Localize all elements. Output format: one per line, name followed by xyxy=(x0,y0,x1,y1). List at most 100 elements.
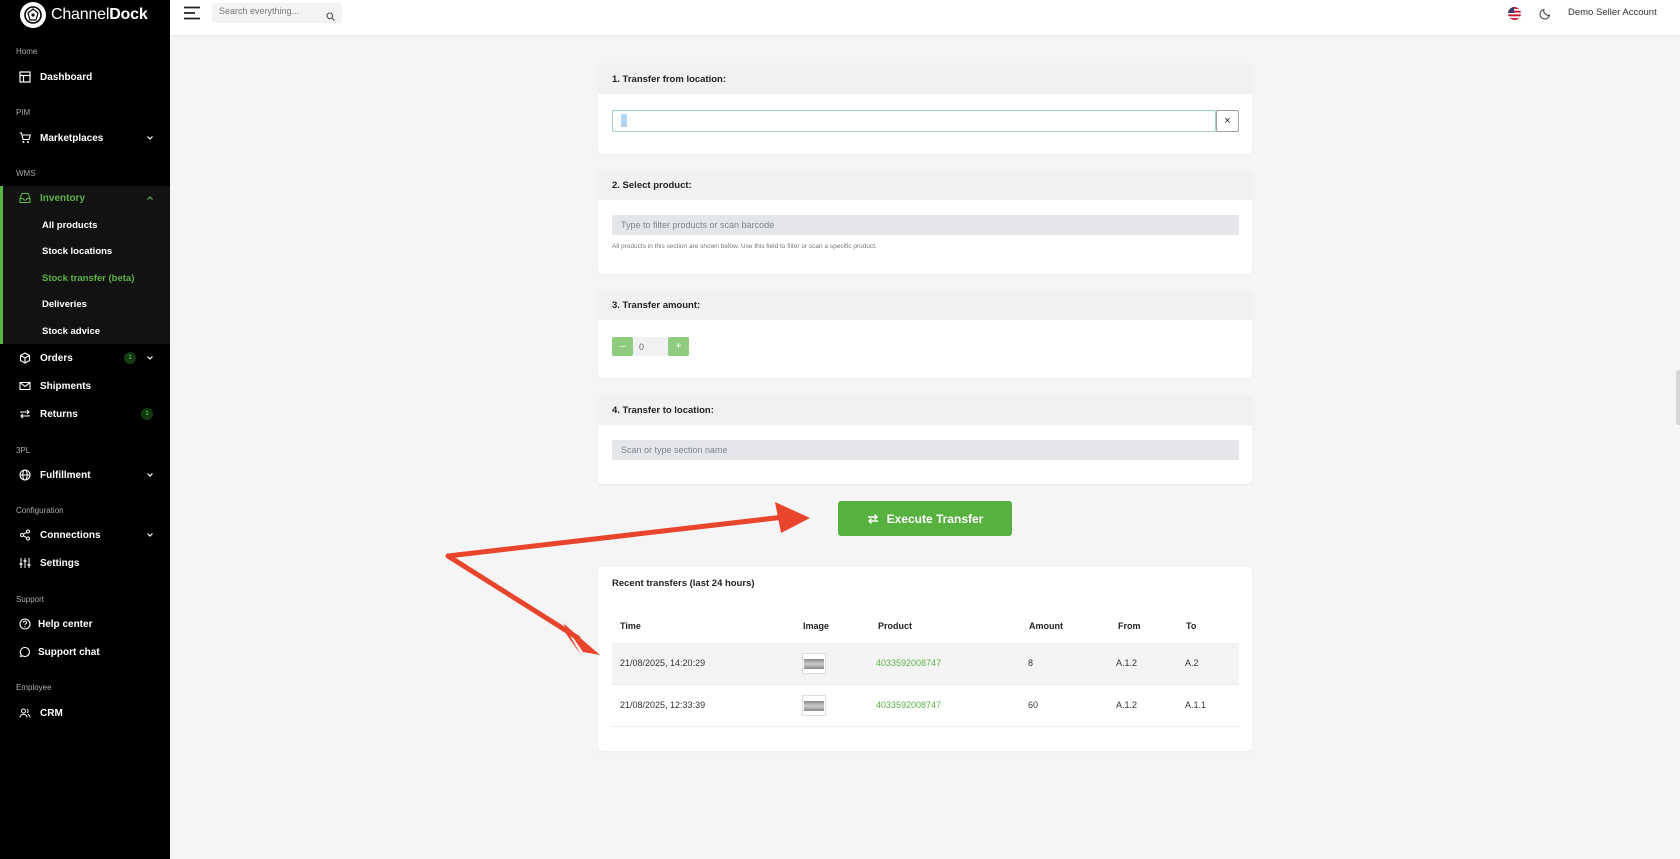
col-time: Time xyxy=(620,621,641,631)
sidebar-item-label: Settings xyxy=(40,557,80,569)
us-flag-icon[interactable] xyxy=(1508,7,1521,20)
share-icon xyxy=(19,529,31,541)
sidebar: ChannelDock Home Dashboard PIM Marketpla… xyxy=(0,0,170,859)
sidebar-item-label: Fulfillment xyxy=(40,469,91,481)
topbar: Demo Seller Account xyxy=(170,0,1680,35)
sidebar-subitem-stock-transfer[interactable]: Stock transfer (beta) xyxy=(42,273,134,284)
product-link[interactable]: 4033592008747 xyxy=(876,700,941,710)
cell-amount: 60 xyxy=(1028,700,1039,710)
sidebar-item-label: Shipments xyxy=(40,380,92,392)
section-pim: PIM xyxy=(16,108,31,117)
recent-title: Recent transfers (last 24 hours) xyxy=(612,578,755,589)
search-icon[interactable] xyxy=(326,8,335,21)
sidebar-item-label: Dashboard xyxy=(40,71,93,83)
chevron-down-icon xyxy=(146,354,154,362)
card-title: 3. Transfer amount: xyxy=(598,290,1252,320)
logo-text: ChannelDock xyxy=(51,6,148,23)
side-panel-handle[interactable] xyxy=(1676,370,1680,425)
search-input[interactable] xyxy=(219,6,319,16)
cell-to: A.2 xyxy=(1185,658,1199,668)
chevron-down-icon xyxy=(146,531,154,539)
table-row: 21/08/2025, 12:33:39 4033592008747 60 A.… xyxy=(612,685,1239,727)
sidebar-item-label: Returns xyxy=(40,408,78,420)
sidebar-item-label: Help center xyxy=(38,618,93,630)
sidebar-item-orders[interactable]: Orders 1 xyxy=(0,347,170,369)
box-icon xyxy=(19,352,31,364)
card-transfer-to: 4. Transfer to location: xyxy=(598,395,1252,484)
help-text: All products in this section are shown b… xyxy=(612,243,877,250)
channeldock-logo[interactable]: ChannelDock xyxy=(20,1,148,29)
orders-badge: 1 xyxy=(124,352,136,364)
col-image: Image xyxy=(803,621,830,631)
sidebar-item-inventory[interactable]: Inventory xyxy=(0,187,170,209)
sidebar-item-label: Orders xyxy=(40,352,73,364)
sidebar-item-marketplaces[interactable]: Marketplaces xyxy=(0,127,170,149)
cell-time: 21/08/2025, 14:20:29 xyxy=(620,658,706,668)
section-support: Support xyxy=(16,595,45,604)
cell-time: 21/08/2025, 12:33:39 xyxy=(620,700,706,710)
sidebar-item-settings[interactable]: Settings xyxy=(0,552,170,574)
execute-transfer-button[interactable]: Execute Transfer xyxy=(838,501,1012,536)
sidebar-item-label: Connections xyxy=(40,529,101,541)
sidebar-item-connections[interactable]: Connections xyxy=(0,524,170,546)
card-title: 2. Select product: xyxy=(598,170,1252,200)
search-box xyxy=(212,3,342,23)
sidebar-item-fulfillment[interactable]: Fulfillment xyxy=(0,464,170,486)
chevron-down-icon xyxy=(146,134,154,142)
from-location-input[interactable] xyxy=(612,110,1216,132)
execute-transfer-label: Execute Transfer xyxy=(886,511,984,526)
arrow-head-right xyxy=(775,502,810,533)
returns-badge: 1 xyxy=(141,408,153,420)
card-transfer-from: 1. Transfer from location: × xyxy=(598,64,1252,154)
cell-from: A.1.2 xyxy=(1116,658,1138,668)
menu-icon[interactable] xyxy=(184,6,200,20)
sidebar-subitem-stock-advice[interactable]: Stock advice xyxy=(42,326,100,337)
card-transfer-amount: 3. Transfer amount: – 0 + xyxy=(598,290,1252,378)
card-select-product: 2. Select product: All products in this … xyxy=(598,170,1252,274)
chevron-down-icon xyxy=(146,471,154,479)
text-selection xyxy=(621,114,627,127)
increment-button[interactable]: + xyxy=(668,337,689,356)
repeat-icon xyxy=(19,408,31,420)
arrow-head-down xyxy=(563,623,600,655)
exchange-icon xyxy=(867,513,878,524)
chevron-up-icon xyxy=(146,194,154,202)
amount-input[interactable]: 0 xyxy=(633,337,668,356)
section-wms: WMS xyxy=(16,169,36,178)
chat-icon xyxy=(19,646,31,658)
sidebar-item-dashboard[interactable]: Dashboard xyxy=(0,66,170,88)
sidebar-item-label: Marketplaces xyxy=(40,132,104,144)
section-3pl: 3PL xyxy=(16,446,31,455)
sidebar-item-help-center[interactable]: Help center xyxy=(0,613,170,635)
clear-button[interactable]: × xyxy=(1216,110,1239,132)
sidebar-item-shipments[interactable]: Shipments xyxy=(0,375,170,397)
moon-icon[interactable] xyxy=(1539,7,1552,20)
account-menu[interactable]: Demo Seller Account xyxy=(1568,7,1657,18)
to-location-input[interactable] xyxy=(612,440,1239,460)
sliders-icon xyxy=(19,557,31,569)
card-title: 4. Transfer to location: xyxy=(598,395,1252,425)
product-filter-input[interactable] xyxy=(612,215,1239,235)
sidebar-item-returns[interactable]: Returns 1 xyxy=(0,403,170,425)
sidebar-subitem-all-products[interactable]: All products xyxy=(42,220,97,231)
product-thumbnail xyxy=(802,695,826,716)
cell-to: A.1.1 xyxy=(1185,700,1207,710)
product-thumbnail xyxy=(802,653,826,674)
cell-from: A.1.2 xyxy=(1116,700,1138,710)
col-to: To xyxy=(1186,621,1197,631)
sidebar-item-label: Inventory xyxy=(40,192,86,204)
cell-amount: 8 xyxy=(1028,658,1034,668)
inventory-group xyxy=(0,186,170,344)
section-employee: Employee xyxy=(16,683,52,692)
product-link[interactable]: 4033592008747 xyxy=(876,658,941,668)
section-home: Home xyxy=(16,47,38,56)
logo-icon xyxy=(20,2,46,28)
sidebar-item-label: Support chat xyxy=(38,646,100,658)
question-circle-icon xyxy=(19,618,31,630)
sidebar-item-support-chat[interactable]: Support chat xyxy=(0,641,170,663)
decrement-button[interactable]: – xyxy=(612,337,633,356)
inbox-icon xyxy=(19,192,31,204)
sidebar-subitem-deliveries[interactable]: Deliveries xyxy=(42,299,87,310)
sidebar-item-crm[interactable]: CRM xyxy=(0,702,170,724)
sidebar-subitem-stock-locations[interactable]: Stock locations xyxy=(42,246,112,257)
